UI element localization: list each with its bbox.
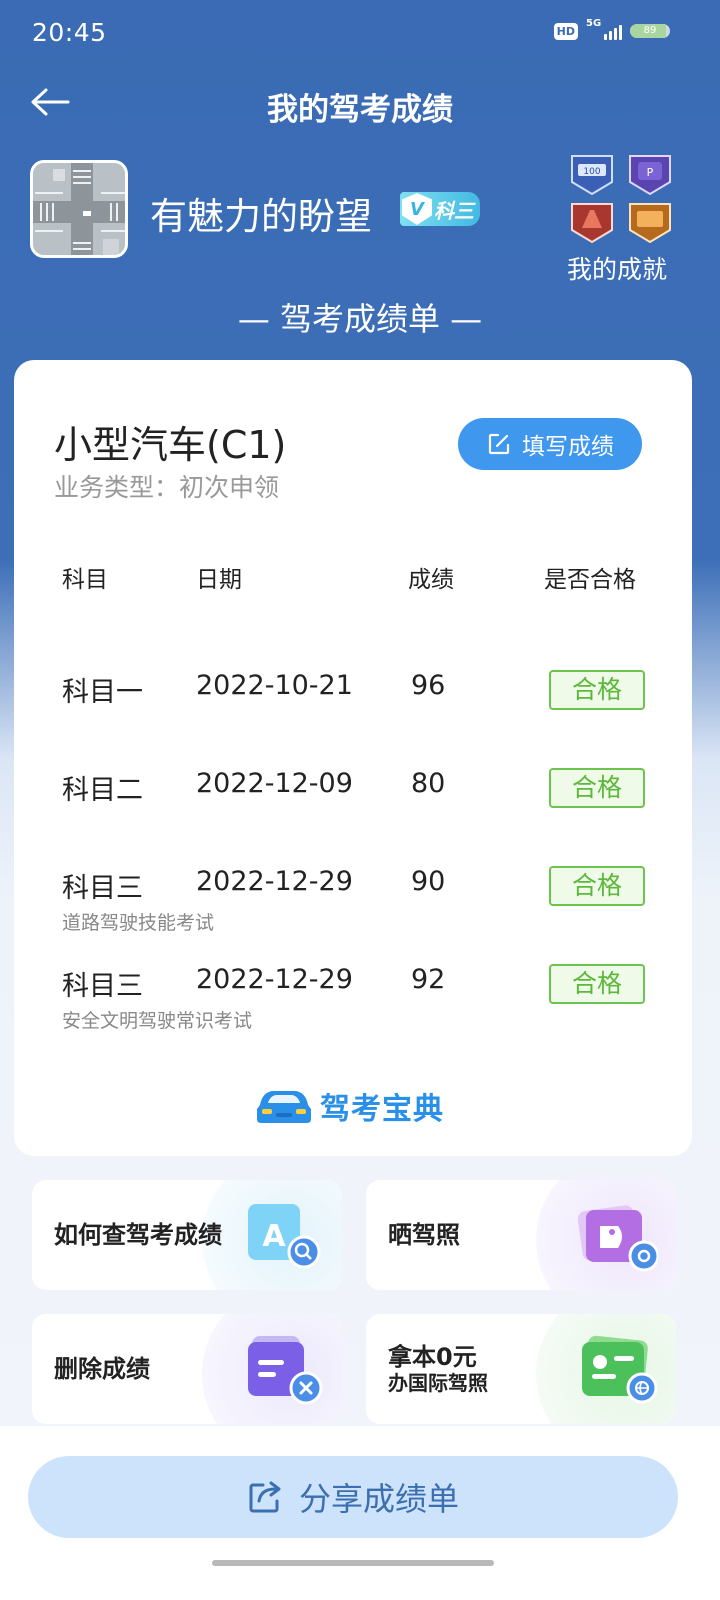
home-indicator[interactable] (212, 1560, 494, 1566)
achievement-parking-icon: P (629, 155, 671, 196)
level-badge-label: 科三 (434, 198, 474, 223)
date-cell: 2022-12-29 (196, 866, 353, 897)
score-cell: 92 (411, 964, 446, 995)
svg-text:100: 100 (583, 167, 600, 177)
table-row: 科目一 2022-10-21 96 合格 (14, 670, 692, 750)
score-cell: 80 (411, 768, 446, 799)
subject-cell: 科目二 (62, 775, 143, 806)
svg-text:P: P (647, 166, 654, 179)
tile-international-license[interactable]: 拿本0元 办国际驾照 (366, 1314, 676, 1424)
score-cell: 90 (411, 866, 446, 897)
pass-badge: 合格 (549, 670, 645, 710)
avatar-image (33, 163, 125, 255)
level-badge: V 科三 (400, 192, 480, 226)
network-label: 5G (586, 18, 602, 29)
hd-icon: HD (553, 22, 578, 40)
business-type: 业务类型：初次申领 (54, 473, 280, 502)
achievements-label: 我的成就 (566, 255, 667, 284)
tile-label: 拿本0元 (388, 1342, 477, 1371)
exam-note: 道路驾驶技能考试 (62, 912, 215, 934)
share-icon (249, 1481, 281, 1513)
subject-cell: 科目三 (62, 971, 143, 1002)
battery-icon: 89 (630, 24, 670, 38)
table-row: 科目三 2022-12-29 92 合格 安全文明驾驶常识考试 (14, 964, 692, 1044)
tile-sublabel: 办国际驾照 (388, 1371, 488, 1396)
achievement-license-icon (629, 203, 671, 244)
column-header: 是否合格 (544, 567, 636, 593)
brand-name: 驾考宝典 (320, 1092, 444, 1127)
status-time: 20:45 (32, 18, 107, 47)
battery-level: 89 (643, 25, 657, 36)
date-cell: 2022-10-21 (196, 670, 353, 701)
signal-icon: 5G (586, 18, 622, 40)
share-button-label: 分享成绩单 (298, 1480, 459, 1518)
pass-badge: 合格 (549, 964, 645, 1004)
share-button[interactable]: 分享成绩单 (28, 1456, 678, 1538)
status-icons: HD 5G 89 (553, 18, 670, 40)
brand-logo: 驾考宝典 (254, 1084, 444, 1128)
subject-cell: 科目三 (62, 873, 143, 904)
date-cell: 2022-12-29 (196, 964, 353, 995)
page-title: 我的驾考成绩 (267, 92, 453, 128)
edit-icon (488, 433, 510, 455)
score-cell: 96 (411, 670, 446, 701)
section-title: — 驾考成绩单 — (237, 300, 483, 338)
table-row: 科目三 2022-12-29 90 合格 道路驾驶技能考试 (14, 866, 692, 946)
tile-show-license[interactable]: 晒驾照 (366, 1180, 676, 1290)
international-license-icon (582, 1335, 658, 1404)
achievements-button[interactable]: 100 P 我的成就 (560, 152, 680, 286)
username: 有魅力的盼望 (150, 195, 372, 238)
column-header: 日期 (196, 567, 242, 593)
pass-badge: 合格 (549, 768, 645, 808)
svg-text:A: A (262, 1219, 286, 1254)
tile-delete-score[interactable]: 删除成绩 (32, 1314, 342, 1424)
avatar[interactable] (30, 160, 128, 258)
score-card: 小型汽车(C1) 业务类型：初次申领 填写成绩 科目 日期 成绩 是否合格 科目… (14, 360, 692, 1156)
tile-label: 晒驾照 (388, 1220, 460, 1249)
car-logo-icon (257, 1091, 311, 1123)
tile-label: 删除成绩 (54, 1354, 150, 1383)
exam-note: 安全文明驾驶常识考试 (62, 1010, 253, 1032)
column-header: 成绩 (408, 567, 454, 593)
photo-share-icon (578, 1205, 658, 1272)
achievement-road-icon (571, 203, 613, 244)
subject-cell: 科目一 (62, 677, 143, 708)
table-row: 科目二 2022-12-09 80 合格 (14, 768, 692, 848)
bottom-bar: 分享成绩单 (0, 1426, 720, 1600)
verified-shield-icon: V (402, 193, 432, 225)
search-doc-icon: A (248, 1204, 321, 1269)
date-cell: 2022-12-09 (196, 768, 353, 799)
fill-score-button[interactable]: 填写成绩 (458, 418, 642, 470)
vehicle-type: 小型汽车(C1) (54, 423, 287, 467)
delete-doc-icon (248, 1336, 323, 1405)
achievement-100-icon: 100 (571, 155, 613, 196)
column-header: 科目 (62, 567, 108, 593)
tile-check-score[interactable]: 如何查驾考成绩 A (32, 1180, 342, 1290)
pass-badge: 合格 (549, 866, 645, 906)
status-bar: 20:45 HD 5G 89 (0, 0, 720, 66)
fill-score-label: 填写成绩 (522, 434, 614, 460)
tile-label: 如何查驾考成绩 (54, 1220, 222, 1249)
